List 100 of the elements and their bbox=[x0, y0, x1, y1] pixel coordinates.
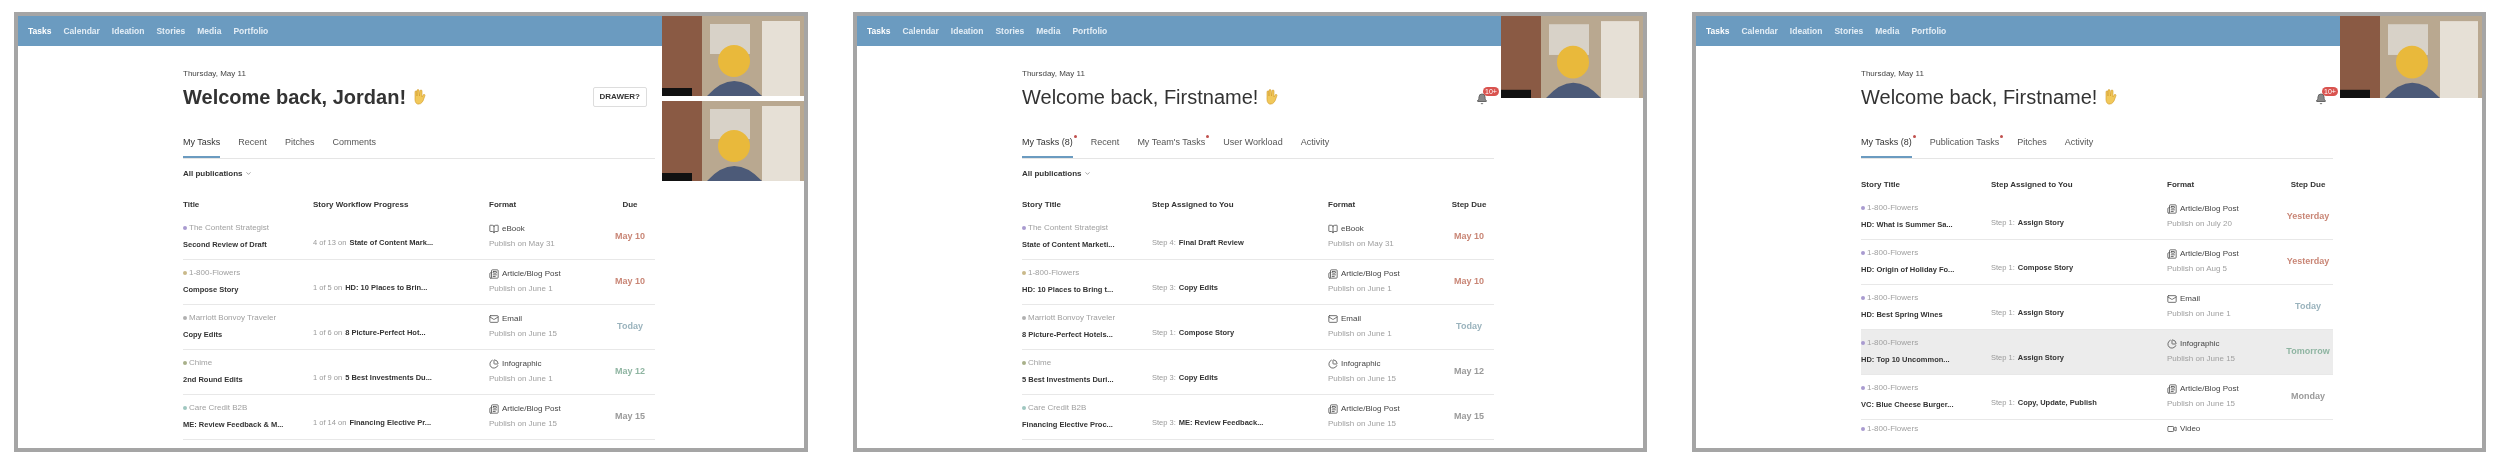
publish-date: Publish on June 1 bbox=[489, 283, 554, 295]
format-label: Article/Blog Post bbox=[2180, 248, 2239, 260]
publication-label: 1-800-Flowers bbox=[1867, 337, 1919, 350]
greeting-heading: Welcome back, Firstname! bbox=[1022, 85, 1259, 110]
chevron-down-icon bbox=[244, 170, 252, 177]
due-date: Tomorrow bbox=[2285, 344, 2331, 358]
format-label: Article/Blog Post bbox=[1341, 403, 1400, 415]
document-icon bbox=[1328, 269, 1338, 279]
publish-date: Publish on May 31 bbox=[1328, 238, 1395, 250]
publish-date: Publish on June 1 bbox=[2167, 308, 2232, 320]
bell-icon[interactable] bbox=[2315, 93, 2327, 105]
document-icon bbox=[1328, 404, 1338, 414]
tab[interactable]: Activity bbox=[2064, 136, 2094, 158]
due-date: May 10 bbox=[614, 229, 646, 243]
pie-chart-icon bbox=[2167, 339, 2177, 349]
tab[interactable]: Comments bbox=[332, 136, 376, 158]
publication-label: 1-800-Flowers bbox=[1867, 292, 1919, 305]
waving-hand-icon bbox=[412, 88, 429, 106]
due-date: May 12 bbox=[1453, 364, 1485, 378]
format-label: Email bbox=[502, 313, 522, 325]
publication-label: The Content Strategist bbox=[1028, 222, 1109, 235]
format-label: Article/Blog Post bbox=[1341, 268, 1400, 280]
publish-date: Publish on June 15 bbox=[1328, 418, 1398, 430]
publication-label: 1-800-Flowers bbox=[1867, 382, 1919, 395]
due-date: May 12 bbox=[614, 364, 646, 378]
column-header: Step Assigned to You bbox=[1152, 198, 1235, 211]
column-header: Format bbox=[489, 198, 518, 211]
due-date: Yesterday bbox=[2285, 209, 2331, 223]
date-label: Thursday, May 11 bbox=[1861, 68, 1925, 80]
tab[interactable]: My Tasks (8) bbox=[1022, 136, 1073, 158]
bell-icon[interactable] bbox=[1476, 93, 1488, 105]
tab[interactable]: My Tasks bbox=[183, 136, 221, 158]
column-header: Step Due bbox=[1450, 198, 1488, 211]
publish-date: Publish on June 15 bbox=[1328, 373, 1398, 385]
column-header: Step Assigned to You bbox=[1991, 178, 2074, 191]
tab[interactable]: Activity bbox=[1300, 136, 1330, 158]
document-icon bbox=[489, 269, 499, 279]
column-header: Story Title bbox=[1022, 198, 1062, 211]
tab[interactable]: Pitches bbox=[2017, 136, 2047, 158]
document-icon bbox=[2167, 384, 2177, 394]
publication-label: 1-800-Flowers bbox=[1867, 202, 1919, 215]
publish-date: Publish on July 20 bbox=[2167, 218, 2233, 230]
greeting-heading: Welcome back, Firstname! bbox=[1861, 85, 2098, 110]
due-date: May 10 bbox=[1453, 274, 1485, 288]
tab[interactable]: Recent bbox=[1090, 136, 1120, 158]
book-icon bbox=[1328, 224, 1338, 234]
publication-label: Care Credit B2B bbox=[189, 402, 248, 415]
publish-date: Publish on June 1 bbox=[1328, 283, 1393, 295]
due-date: May 15 bbox=[614, 409, 646, 423]
publication-label: The Content Strategist bbox=[189, 222, 270, 235]
format-label: Email bbox=[1341, 313, 1361, 325]
tab[interactable]: Pitches bbox=[284, 136, 315, 158]
publication-filter[interactable]: All publications bbox=[1022, 167, 1091, 180]
book-icon bbox=[489, 224, 499, 234]
document-icon bbox=[489, 404, 499, 414]
format-label: Infographic bbox=[2180, 338, 2220, 350]
publish-date: Publish on May 31 bbox=[489, 238, 556, 250]
publish-date: Publish on June 15 bbox=[489, 418, 559, 430]
tab[interactable]: My Team's Tasks bbox=[1137, 136, 1206, 158]
envelope-icon bbox=[489, 314, 499, 324]
publish-date: Publish on June 15 bbox=[2167, 398, 2237, 410]
pie-chart-icon bbox=[1328, 359, 1338, 369]
column-header: Step Due bbox=[2289, 178, 2327, 191]
tab[interactable]: Recent bbox=[238, 136, 267, 158]
publication-label: Chime bbox=[189, 357, 213, 370]
format-label: Article/Blog Post bbox=[2180, 203, 2239, 215]
column-header: Format bbox=[2167, 178, 2196, 191]
due-date: May 10 bbox=[1453, 229, 1485, 243]
publication-label: 1-800-Flowers bbox=[1867, 422, 1919, 435]
due-date: Today bbox=[616, 319, 644, 333]
tab[interactable]: Publication Tasks bbox=[1929, 136, 2000, 158]
tab[interactable]: User Workload bbox=[1223, 136, 1283, 158]
publish-date: Publish on June 15 bbox=[2167, 353, 2237, 365]
date-label: Thursday, May 11 bbox=[1022, 68, 1086, 80]
format-label: Article/Blog Post bbox=[502, 268, 561, 280]
due-date: Today bbox=[2294, 299, 2322, 313]
waving-hand-icon bbox=[2103, 88, 2120, 106]
tab[interactable]: My Tasks (8) bbox=[1861, 136, 1912, 158]
due-date: Yesterday bbox=[2285, 254, 2331, 268]
publication-label: Care Credit B2B bbox=[1028, 402, 1087, 415]
publish-date: Publish on June 1 bbox=[1328, 328, 1393, 340]
publication-label: Marriott Bonvoy Traveler bbox=[189, 312, 277, 325]
due-date: May 10 bbox=[614, 274, 646, 288]
column-header: Due bbox=[621, 198, 639, 211]
format-label: eBook bbox=[502, 223, 525, 235]
chevron-down-icon bbox=[1083, 170, 1091, 177]
pie-chart-icon bbox=[489, 359, 499, 369]
column-header: Story Title bbox=[1861, 178, 1901, 191]
column-header: Format bbox=[1328, 198, 1357, 211]
column-header: Story Workflow Progress bbox=[313, 198, 410, 211]
format-label: Email bbox=[2180, 293, 2200, 305]
publish-date: Publish on June 15 bbox=[489, 328, 559, 340]
publication-label: 1-800-Flowers bbox=[1028, 267, 1080, 280]
drawer-button[interactable]: DRAWER? bbox=[592, 87, 647, 107]
publication-filter[interactable]: All publications bbox=[183, 167, 252, 180]
publication-label: Marriott Bonvoy Traveler bbox=[1028, 312, 1116, 325]
waving-hand-icon bbox=[1264, 88, 1281, 106]
greeting-heading: Welcome back, Jordan! bbox=[183, 85, 407, 110]
format-label: Article/Blog Post bbox=[2180, 383, 2239, 395]
format-label: Infographic bbox=[502, 358, 542, 370]
